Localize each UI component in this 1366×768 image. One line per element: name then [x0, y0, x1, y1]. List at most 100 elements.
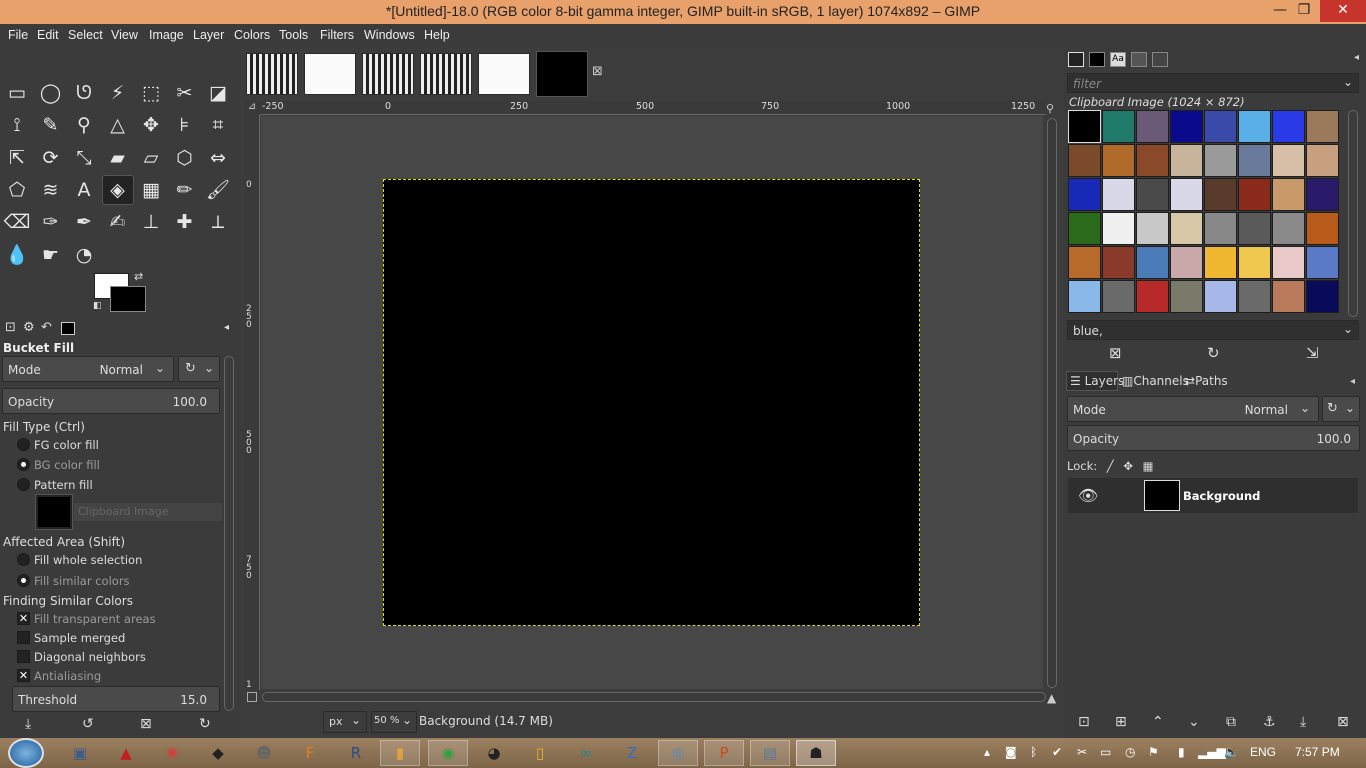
pattern-swatch[interactable]	[1238, 246, 1271, 279]
menu-image[interactable]: Image	[149, 28, 184, 42]
image-tab-3[interactable]	[362, 53, 414, 95]
pattern-swatch[interactable]	[1272, 246, 1305, 279]
device-status-tab-icon[interactable]: ⚙	[23, 320, 35, 335]
fill-similar-colors-radio[interactable]	[17, 574, 30, 587]
text-icon[interactable]: A	[68, 175, 100, 205]
airbrush-icon[interactable]: ✑	[35, 207, 67, 237]
battery-icon[interactable]: ▮	[1178, 745, 1185, 759]
measure-icon[interactable]: △	[102, 110, 134, 140]
bluetooth-icon[interactable]: ᛒ	[1030, 745, 1037, 759]
dodge-burn-icon[interactable]: ◔	[68, 240, 100, 270]
pattern-swatch[interactable]	[1238, 212, 1271, 245]
layer-mode-reset-button[interactable]: ↻ ⌄	[1322, 396, 1360, 422]
palettes-tab[interactable]	[1152, 52, 1168, 67]
pattern-swatch[interactable]	[1102, 246, 1135, 279]
app-icon-16[interactable]: ▤	[750, 740, 790, 766]
app-icon-4[interactable]: ◆	[198, 740, 238, 766]
wifi-signal-icon[interactable]: ▂▄▆	[1198, 745, 1226, 759]
app-icon-7[interactable]: R	[336, 740, 376, 766]
patterns-tab[interactable]	[1089, 52, 1105, 67]
pattern-swatch[interactable]	[1272, 144, 1305, 177]
app-icon-8[interactable]: ▮	[380, 740, 420, 766]
pattern-swatch[interactable]	[1272, 178, 1305, 211]
delete-options-icon[interactable]: ⊠	[140, 716, 152, 732]
pattern-name-field[interactable]: Clipboard Image	[74, 503, 222, 521]
pattern-swatch[interactable]	[1068, 280, 1101, 313]
menu-filters[interactable]: Filters	[320, 28, 354, 42]
pattern-swatch[interactable]	[1136, 246, 1169, 279]
reset-options-icon[interactable]: ↻	[199, 716, 211, 732]
display-icon[interactable]: ▭	[1100, 745, 1111, 759]
pattern-swatch[interactable]	[1102, 280, 1135, 313]
pattern-swatch[interactable]	[1204, 110, 1237, 143]
gimp-icon[interactable]: ☻	[244, 740, 284, 766]
pattern-swatch[interactable]	[1170, 144, 1203, 177]
lock-pixels-icon[interactable]: ╱	[1107, 459, 1114, 473]
tool-options-tab-icon[interactable]: ⊡	[5, 320, 16, 335]
anchor-layer-icon[interactable]: ⚓	[1263, 714, 1276, 730]
lock-alpha-icon[interactable]: ▦	[1143, 459, 1154, 473]
pattern-swatch[interactable]	[1170, 212, 1203, 245]
gimp-taskbar-icon[interactable]: ☗	[796, 740, 836, 766]
start-button[interactable]	[8, 738, 44, 768]
tray-tools-icon[interactable]: ✂	[1077, 745, 1087, 759]
paths-icon[interactable]: ⟟	[1, 110, 33, 140]
pattern-swatch[interactable]	[1170, 110, 1203, 143]
fill-whole-selection-radio[interactable]	[17, 553, 30, 566]
select-by-color-icon[interactable]: ⬚	[135, 78, 167, 108]
safely-remove-icon[interactable]: ✔	[1052, 745, 1062, 759]
layer-mode-select[interactable]: Mode Normal ⌄	[1067, 396, 1319, 422]
app-icon-1[interactable]: ▣	[60, 740, 100, 766]
pattern-fill-radio[interactable]	[17, 478, 30, 491]
new-layer-group-icon[interactable]: ⊞	[1115, 714, 1127, 730]
app-icon-11[interactable]: ▯	[520, 740, 560, 766]
perspective-icon[interactable]: ▱	[135, 143, 167, 173]
pattern-tag-field[interactable]: blue, ⌄	[1067, 320, 1359, 340]
pattern-swatch[interactable]	[1204, 246, 1237, 279]
menu-colors[interactable]: Colors	[234, 28, 270, 42]
pattern-swatch[interactable]	[1102, 110, 1135, 143]
app-icon-14[interactable]: ◎	[658, 740, 698, 766]
menu-help[interactable]: Help	[424, 28, 450, 42]
pattern-swatch[interactable]	[1272, 110, 1305, 143]
menu-view[interactable]: View	[111, 28, 138, 42]
ruler-corner-icon[interactable]: ⊿	[244, 101, 260, 115]
save-options-icon[interactable]: ⤓	[25, 716, 31, 732]
pattern-swatch[interactable]	[1170, 246, 1203, 279]
pattern-swatch[interactable]	[1136, 212, 1169, 245]
volume-icon[interactable]: 🔈	[1224, 745, 1239, 759]
configure-tab-icon[interactable]: ◂	[224, 322, 229, 333]
gradients-tab[interactable]	[1131, 52, 1147, 67]
ellipse-select-icon[interactable]: ◯	[35, 78, 67, 108]
lower-layer-icon[interactable]: ⌄	[1188, 714, 1200, 730]
shear-icon[interactable]: ▰	[102, 143, 134, 173]
menu-windows[interactable]: Windows	[364, 28, 415, 42]
swap-colors-icon[interactable]: ⇄	[134, 270, 143, 283]
paintbrush-icon[interactable]: 🖌	[202, 175, 234, 205]
warp-transform-icon[interactable]: ≋	[35, 175, 67, 205]
clear-pattern-icon[interactable]: ⊠	[1109, 344, 1122, 362]
app-icon-2[interactable]: ▲	[106, 740, 146, 766]
close-tab-icon[interactable]: ⊠	[592, 64, 603, 79]
fill-transparent-checkbox[interactable]: ✕	[17, 612, 30, 625]
foreground-select-icon[interactable]: ◪	[202, 78, 234, 108]
pattern-swatch[interactable]	[1068, 144, 1101, 177]
zoom-select[interactable]: 50 % ⌄	[371, 711, 417, 733]
heal-icon[interactable]: ✚	[169, 207, 201, 237]
diagonal-neighbors-checkbox[interactable]	[17, 650, 30, 663]
channels-tab[interactable]: ▥Channels	[1122, 374, 1189, 388]
image-tab-active[interactable]	[536, 51, 588, 97]
app-icon-3[interactable]: ✺	[152, 740, 192, 766]
raise-layer-icon[interactable]: ⌃	[1152, 714, 1164, 730]
language-indicator[interactable]: ENG	[1250, 745, 1276, 759]
pattern-swatch[interactable]	[1238, 178, 1271, 211]
pattern-swatch[interactable]	[1238, 110, 1271, 143]
pattern-swatch[interactable]	[1102, 144, 1135, 177]
app-icon-10[interactable]: ◕	[474, 740, 514, 766]
pattern-swatch[interactable]	[1204, 144, 1237, 177]
horizontal-scrollbar[interactable]	[262, 690, 1046, 704]
image-canvas[interactable]	[383, 179, 920, 626]
mode-select[interactable]: Mode Normal ⌄	[2, 356, 174, 382]
pattern-swatch[interactable]	[1136, 110, 1169, 143]
pattern-swatch[interactable]	[1068, 178, 1101, 211]
